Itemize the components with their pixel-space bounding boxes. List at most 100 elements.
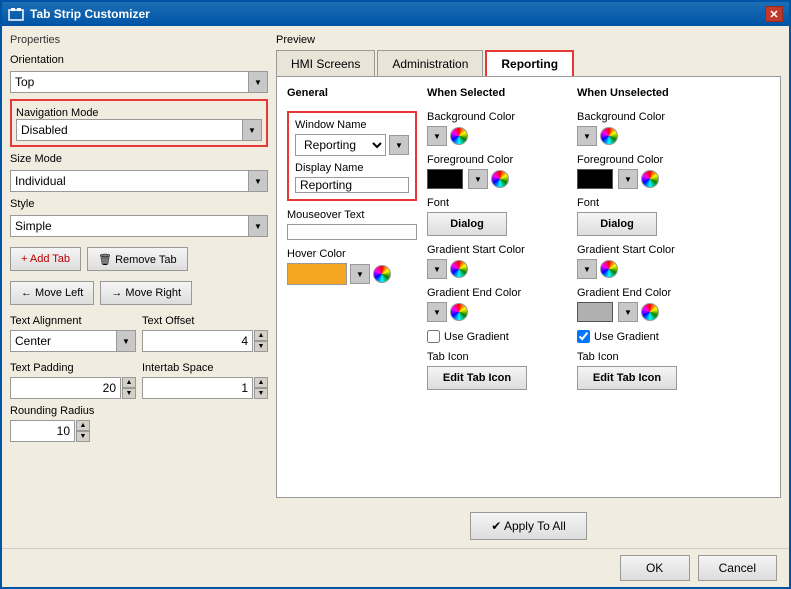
preview-label: Preview bbox=[276, 34, 781, 46]
mouseover-text-group: Mouseover Text bbox=[287, 209, 417, 240]
orientation-label: Orientation bbox=[10, 54, 268, 66]
sel-grad-start-picker-icon[interactable] bbox=[450, 260, 468, 278]
sel-grad-end-picker-icon[interactable] bbox=[450, 303, 468, 321]
main-window: Tab Strip Customizer ✕ Properties Orient… bbox=[0, 0, 791, 589]
ok-button[interactable]: OK bbox=[620, 555, 690, 581]
sel-bg-color-label: Background Color bbox=[427, 111, 567, 123]
intertab-space-down[interactable]: ▼ bbox=[254, 388, 268, 399]
sel-fg-color-group: Foreground Color ▼ bbox=[427, 154, 567, 189]
sel-bg-color-picker-icon[interactable] bbox=[450, 127, 468, 145]
move-left-button[interactable]: ← Move Left bbox=[10, 281, 94, 305]
unsel-grad-start-group: Gradient Start Color ▼ bbox=[577, 244, 717, 279]
when-selected-title: When Selected bbox=[427, 87, 567, 99]
unsel-use-gradient-row: Use Gradient bbox=[577, 330, 717, 343]
general-column: General Window Name Reporting ▼ bbox=[287, 87, 417, 487]
unsel-fg-color-picker-icon[interactable] bbox=[641, 170, 659, 188]
text-offset-group: Text Offset ▲ ▼ bbox=[142, 315, 268, 352]
text-padding-up[interactable]: ▲ bbox=[122, 377, 136, 388]
text-padding-down[interactable]: ▼ bbox=[122, 388, 136, 399]
unsel-font-dialog-button[interactable]: Dialog bbox=[577, 212, 657, 236]
unsel-font-group: Font Dialog bbox=[577, 197, 717, 236]
unsel-tab-icon-label: Tab Icon bbox=[577, 351, 717, 363]
hover-color-group: Hover Color ▼ bbox=[287, 248, 417, 285]
size-mode-select[interactable]: Individual bbox=[10, 170, 268, 192]
tab-bar: HMI Screens Administration Reporting bbox=[276, 50, 781, 76]
style-dropdown-container: Simple ▼ bbox=[10, 215, 268, 237]
tab-hmi-screens[interactable]: HMI Screens bbox=[276, 50, 375, 76]
unsel-fg-color-swatch[interactable] bbox=[577, 169, 613, 189]
cancel-button[interactable]: Cancel bbox=[698, 555, 777, 581]
window-title: Tab Strip Customizer bbox=[30, 7, 150, 21]
text-offset-up[interactable]: ▲ bbox=[254, 330, 268, 341]
hover-color-picker-icon[interactable] bbox=[373, 265, 391, 283]
unsel-grad-end-picker-icon[interactable] bbox=[641, 303, 659, 321]
text-offset-down[interactable]: ▼ bbox=[254, 341, 268, 352]
unsel-fg-color-arrow[interactable]: ▼ bbox=[618, 169, 638, 189]
move-right-button[interactable]: → Move Right bbox=[100, 281, 192, 305]
rounding-radius-up[interactable]: ▲ bbox=[76, 420, 90, 431]
rounding-radius-down[interactable]: ▼ bbox=[76, 431, 90, 442]
sel-fg-color-picker-icon[interactable] bbox=[491, 170, 509, 188]
text-offset-input[interactable] bbox=[142, 330, 253, 352]
hover-color-swatch[interactable] bbox=[287, 263, 347, 285]
sel-fg-color-swatch[interactable] bbox=[427, 169, 463, 189]
unsel-grad-end-swatch[interactable] bbox=[577, 302, 613, 322]
sel-grad-start-arrow[interactable]: ▼ bbox=[427, 259, 447, 279]
orientation-select[interactable]: Top bbox=[10, 71, 268, 93]
text-padding-group: Text Padding ▲ ▼ bbox=[10, 362, 136, 399]
mouseover-text-label: Mouseover Text bbox=[287, 209, 417, 221]
sel-font-dialog-button[interactable]: Dialog bbox=[427, 212, 507, 236]
style-select[interactable]: Simple bbox=[10, 215, 268, 237]
nav-mode-label: Navigation Mode bbox=[16, 107, 99, 119]
general-group: Window Name Reporting ▼ Display Name bbox=[287, 111, 417, 201]
unsel-use-gradient-label: Use Gradient bbox=[594, 331, 659, 343]
intertab-space-input[interactable] bbox=[142, 377, 253, 399]
text-alignment-select[interactable]: Center bbox=[10, 330, 136, 352]
add-remove-row: + Add Tab 🗑 Remove Tab bbox=[10, 247, 268, 271]
text-offset-label: Text Offset bbox=[142, 315, 268, 327]
apply-to-all-button[interactable]: ✔ Apply To All bbox=[470, 512, 587, 540]
close-button[interactable]: ✕ bbox=[765, 6, 783, 22]
text-padding-input[interactable] bbox=[10, 377, 121, 399]
hover-color-arrow[interactable]: ▼ bbox=[350, 264, 370, 284]
unsel-grad-start-arrow[interactable]: ▼ bbox=[577, 259, 597, 279]
intertab-space-up[interactable]: ▲ bbox=[254, 377, 268, 388]
app-icon bbox=[8, 6, 24, 22]
unsel-grad-start-label: Gradient Start Color bbox=[577, 244, 717, 256]
unsel-grad-start-picker-icon[interactable] bbox=[600, 260, 618, 278]
window-name-group: Window Name Reporting ▼ bbox=[295, 119, 409, 156]
add-tab-button[interactable]: + Add Tab bbox=[10, 247, 81, 271]
sel-use-gradient-checkbox[interactable] bbox=[427, 330, 440, 343]
sel-fg-color-label: Foreground Color bbox=[427, 154, 567, 166]
sel-grad-end-arrow[interactable]: ▼ bbox=[427, 302, 447, 322]
unsel-edit-tab-icon-button[interactable]: Edit Tab Icon bbox=[577, 366, 677, 390]
tab-administration[interactable]: Administration bbox=[377, 50, 483, 76]
title-bar: Tab Strip Customizer ✕ bbox=[2, 2, 789, 26]
intertab-space-label: Intertab Space bbox=[142, 362, 268, 374]
unsel-grad-end-group: Gradient End Color ▼ bbox=[577, 287, 717, 322]
unsel-bg-color-arrow[interactable]: ▼ bbox=[577, 126, 597, 146]
display-name-label: Display Name bbox=[295, 162, 409, 174]
sel-fg-color-arrow[interactable]: ▼ bbox=[468, 169, 488, 189]
unsel-tab-icon-group: Tab Icon Edit Tab Icon bbox=[577, 351, 717, 390]
rounding-radius-input[interactable] bbox=[10, 420, 75, 442]
when-unselected-column: When Unselected Background Color ▼ Foreg… bbox=[577, 87, 717, 487]
tab-reporting[interactable]: Reporting bbox=[485, 50, 574, 76]
sel-edit-tab-icon-button[interactable]: Edit Tab Icon bbox=[427, 366, 527, 390]
mouseover-text-input[interactable] bbox=[287, 224, 417, 240]
preview-content: General Window Name Reporting ▼ bbox=[276, 76, 781, 498]
unsel-grad-end-arrow[interactable]: ▼ bbox=[618, 302, 638, 322]
unsel-bg-color-picker-icon[interactable] bbox=[600, 127, 618, 145]
nav-mode-select[interactable]: Disabled bbox=[16, 119, 262, 141]
orientation-group: Orientation Top ▼ bbox=[10, 54, 268, 93]
size-mode-group: Size Mode Individual ▼ bbox=[10, 153, 268, 192]
window-name-select[interactable]: Reporting bbox=[295, 134, 386, 156]
unsel-use-gradient-checkbox[interactable] bbox=[577, 330, 590, 343]
text-alignment-group: Text Alignment Center ▼ bbox=[10, 315, 136, 352]
sel-bg-color-group: Background Color ▼ bbox=[427, 111, 567, 146]
window-name-arrow[interactable]: ▼ bbox=[389, 135, 409, 155]
remove-tab-button[interactable]: 🗑 Remove Tab bbox=[87, 247, 188, 271]
display-name-input[interactable] bbox=[295, 177, 409, 193]
sel-tab-icon-group: Tab Icon Edit Tab Icon bbox=[427, 351, 567, 390]
sel-bg-color-arrow[interactable]: ▼ bbox=[427, 126, 447, 146]
